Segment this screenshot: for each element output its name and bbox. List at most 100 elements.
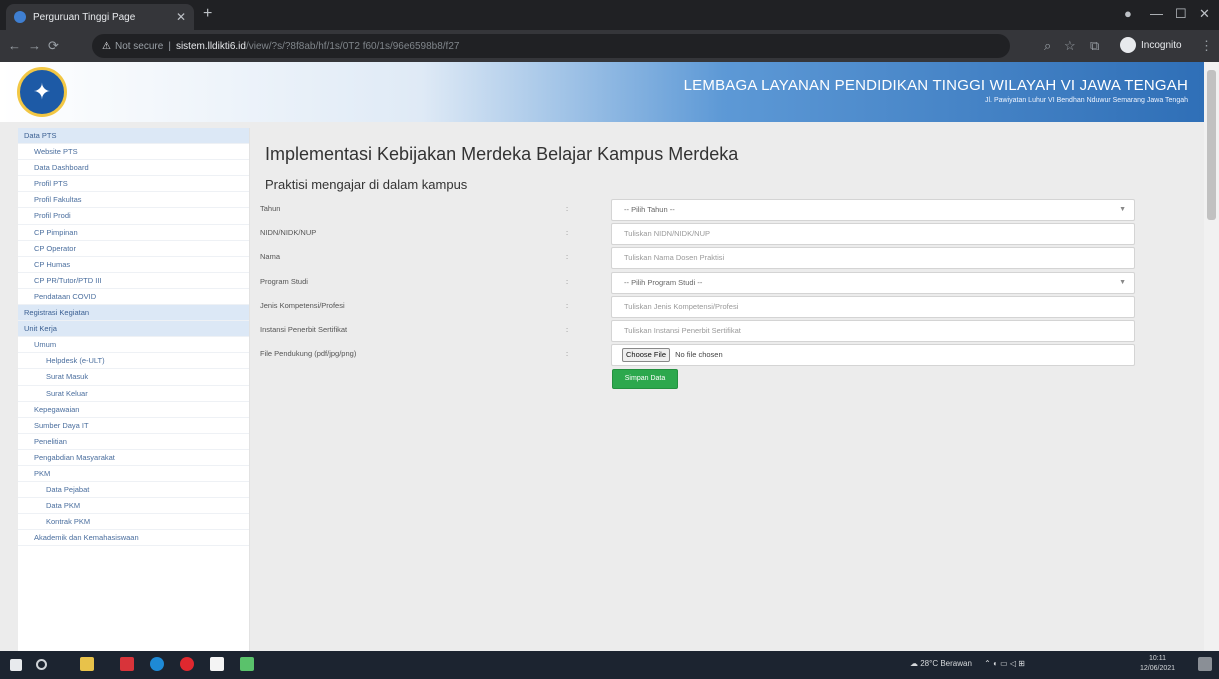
sidebar-item[interactable]: Kontrak PKM [18,514,249,531]
file-label: File Pendukung (pdf/jpg/png) [260,349,357,358]
incognito-icon [1120,37,1136,53]
notepad-icon[interactable] [210,657,224,671]
search-icon[interactable] [36,659,47,670]
incognito-label: Incognito [1141,39,1182,51]
header-title: LEMBAGA LAYANAN PENDIDIKAN TINGGI WILAYA… [683,77,1188,94]
new-tab-icon[interactable]: + [203,5,212,23]
windows-taskbar: ☁ 28°C Berawan ⌃ ◐ ▭ ◁ ⊞ 10:11 12/06/202… [0,651,1219,679]
prodi-label: Program Studi [260,277,308,286]
form-row-nidn: NIDN/NIDK/NUP : Tuliskan NIDN/NIDK/NUP [260,223,1135,245]
sidebar-item[interactable]: Umum [18,337,249,354]
save-data-button[interactable]: Simpan Data [612,369,678,389]
minimize-icon[interactable]: — [1150,6,1163,21]
system-tray[interactable]: ☁ 28°C Berawan ⌃ ◐ ▭ ◁ ⊞ [910,659,1025,668]
sidebar-item[interactable]: PKM [18,466,249,483]
maximize-icon[interactable]: ☐ [1175,6,1187,22]
tab-close-icon[interactable]: ✕ [176,10,186,24]
prodi-select[interactable]: -- Pilih Program Studi -- ▼ [611,272,1135,294]
kompetensi-input[interactable]: Tuliskan Jenis Kompetensi/Profesi [611,296,1135,318]
not-secure-icon: ⚠ [102,40,111,52]
form-row-prodi: Program Studi : -- Pilih Program Studi -… [260,272,1135,294]
nidn-label: NIDN/NIDK/NUP [260,228,317,237]
start-icon[interactable] [10,659,22,671]
sidebar-item[interactable]: Surat Keluar [18,386,249,402]
search-icon[interactable]: ⌕ [1044,38,1051,54]
clock[interactable]: 10:11 12/06/2021 [1140,654,1175,674]
nama-label: Nama [260,252,281,261]
page-subtitle: Praktisi mengajar di dalam kampus [265,177,468,192]
nidn-input[interactable]: Tuliskan NIDN/NIDK/NUP [611,223,1135,245]
form-row-instansi: Instansi Penerbit Sertifikat : Tuliskan … [260,320,1135,342]
nama-input[interactable]: Tuliskan Nama Dosen Praktisi [611,247,1135,269]
tahun-select-value: -- Pilih Tahun -- [624,205,675,214]
form-row-nama: Nama : Tuliskan Nama Dosen Praktisi [260,247,1135,269]
close-window-icon[interactable]: ✕ [1199,6,1210,22]
tut-wuri-logo-icon: ✦ [17,67,67,117]
sidebar-item[interactable]: Akademik dan Kemahasiswaan [18,530,249,547]
colon: : [566,325,569,334]
header-address: Jl. Pawiyatan Luhur VI Bendhan Nduwur Se… [985,97,1188,104]
page-scrollbar[interactable] [1204,62,1219,651]
tahun-select[interactable]: -- Pilih Tahun -- ▼ [611,199,1135,221]
incognito-badge[interactable]: Incognito [1120,37,1182,53]
sidebar-item[interactable]: CP Humas [18,257,249,273]
opera-icon[interactable] [180,657,194,671]
forward-icon[interactable]: → [28,38,41,53]
sidebar-item[interactable]: Sumber Daya IT [18,418,249,434]
sidebar-item[interactable]: Penelitian [18,434,249,450]
address-separator: | [168,40,171,52]
file-status: No file chosen [675,350,723,359]
colon: : [566,252,569,261]
sidebar-nav: Data PTS Website PTS Data Dashboard Profil … [18,128,250,651]
instansi-input[interactable]: Tuliskan Instansi Penerbit Sertifikat [611,320,1135,342]
url-path: /view/?s/?8f8ab/hf/1s/0T2 f60/1s/96e6598… [245,40,460,52]
file-input[interactable]: Choose File No file chosen [611,344,1135,366]
sidebar-item[interactable]: Data PKM [18,498,249,515]
sidebar-item[interactable]: Profil Fakultas [18,192,249,209]
sidebar-item[interactable]: Pendataan COVID [18,289,249,306]
page-title: Implementasi Kebijakan Merdeka Belajar K… [265,144,739,164]
sidebar-item[interactable]: Data Pejabat [18,482,249,499]
sidebar-item[interactable]: Unit Kerja [18,321,249,338]
colon: : [566,228,569,237]
sidebar-item[interactable]: Kepegawaian [18,402,249,418]
form-row-file: File Pendukung (pdf/jpg/png) : Choose Fi… [260,344,1135,366]
reload-icon[interactable]: ⟳ [48,38,59,54]
app-icon[interactable] [120,657,134,671]
form-row-tahun: Tahun : -- Pilih Tahun -- ▼ [260,199,1135,221]
choose-file-button[interactable]: Choose File [622,348,671,362]
extensions-icon[interactable]: ⧉ [1090,38,1099,54]
profile-dot-icon[interactable]: ● [1124,6,1132,21]
sidebar-item[interactable]: Website PTS [18,144,249,161]
notifications-icon[interactable] [1198,657,1212,671]
sidebar-item[interactable]: Pengabdian Masyarakat [18,450,249,466]
menu-icon[interactable]: ⋮ [1200,38,1213,54]
tab-title: Perguruan Tinggi Page [33,11,136,23]
clock-date: 12/06/2021 [1140,665,1176,672]
prodi-select-value: -- Pilih Program Studi -- [624,278,703,287]
chrome-icon[interactable] [150,657,164,671]
sidebar-item[interactable]: CP Pimpinan [18,225,249,241]
sidebar-item[interactable]: Helpdesk (e-ULT) [18,353,249,370]
colon: : [566,301,569,310]
url-host: sistem.lldikti6.id [175,40,246,52]
clock-time: 10:11 [1149,655,1167,662]
file-explorer-icon[interactable] [80,657,94,671]
sidebar-item[interactable]: CP Operator [18,241,249,257]
chevron-down-icon: ▼ [1119,206,1126,213]
sidebar-item[interactable]: CP PR/Tutor/PTD III [18,273,249,289]
form-row-kompetensi: Jenis Kompetensi/Profesi : Tuliskan Jeni… [260,296,1135,318]
sidebar-item[interactable]: Data Dashboard [18,160,249,177]
sidebar-item[interactable]: Profil PTS [18,176,249,193]
app-icon[interactable] [240,657,254,671]
sidebar-item[interactable]: Data PTS [18,128,249,145]
address-bar[interactable]: ⚠ Not secure | sistem.lldikti6.id /view/… [92,34,1010,58]
star-icon[interactable]: ☆ [1064,38,1076,54]
back-icon[interactable]: ← [8,38,21,53]
chevron-down-icon: ▼ [1119,279,1126,286]
browser-tab[interactable]: Perguruan Tinggi Page ✕ [6,4,194,30]
sidebar-item[interactable]: Surat Masuk [18,369,249,386]
sidebar-item[interactable]: Profil Prodi [18,208,249,225]
scrollbar-thumb[interactable] [1207,70,1216,220]
sidebar-item[interactable]: Registrasi Kegiatan [18,305,249,322]
